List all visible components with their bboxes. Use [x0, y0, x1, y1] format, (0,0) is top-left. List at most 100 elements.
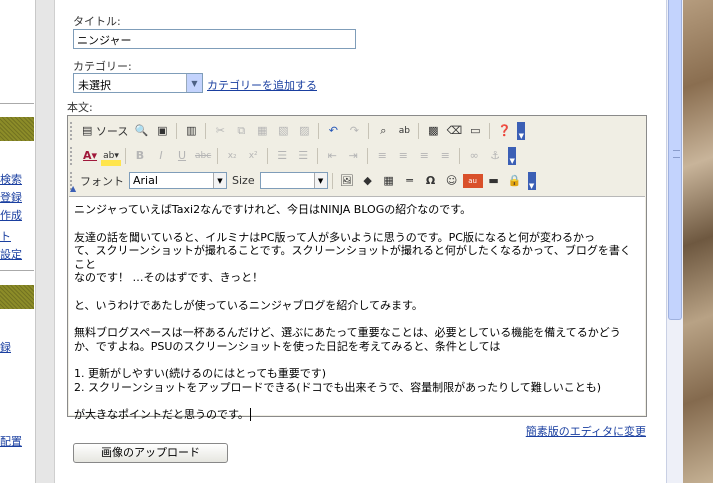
- divider: [0, 103, 34, 104]
- align-right-icon[interactable]: ≡: [414, 146, 434, 166]
- replace-icon[interactable]: ab: [394, 121, 414, 141]
- chevron-down-icon[interactable]: ▼: [213, 173, 226, 188]
- align-justify-icon[interactable]: ≡: [435, 146, 455, 166]
- scrollbar[interactable]: [666, 0, 683, 483]
- underline-icon[interactable]: U: [172, 146, 192, 166]
- smiley-icon[interactable]: ☺: [442, 171, 462, 191]
- sidebar-link[interactable]: 設定: [0, 246, 22, 262]
- content-line: か、ですよね。PSUのスクリーンショットを使った日記を考えてみると、条件としては: [74, 339, 501, 353]
- toolbar-grip[interactable]: [70, 121, 75, 140]
- title-label: タイトル:: [73, 15, 121, 28]
- horizontal-rule-icon[interactable]: ═: [400, 171, 420, 191]
- content-line: 友達の話を聞いていると、イルミナはPC版って人が多いように思うのです。PC版にな…: [74, 230, 595, 244]
- font-select[interactable]: Arial ▼: [129, 172, 227, 189]
- source-label: ソース: [95, 124, 129, 138]
- italic-icon[interactable]: I: [151, 146, 171, 166]
- desktop-background: [683, 0, 713, 483]
- paste-text-icon[interactable]: ▧: [273, 121, 293, 141]
- source-icon: ▤: [82, 124, 93, 137]
- content-line: て、スクリーンショットが撮れることです。スクリーンショットが撮れると何がしたくな…: [74, 244, 631, 271]
- source-button[interactable]: ▤ ソース: [80, 121, 130, 141]
- align-left-icon[interactable]: ≡: [372, 146, 392, 166]
- post-form: タイトル: ニンジャー カテゴリー: 未選択 ▼ カテゴリーを追加する 本文: …: [56, 0, 666, 483]
- font-value: Arial: [133, 174, 158, 187]
- bullet-list-icon[interactable]: ☰: [293, 146, 313, 166]
- content-line: なのです！ …そのはずです、きっと！: [74, 271, 264, 284]
- youtube-icon[interactable]: au: [462, 173, 483, 188]
- editor-content-area[interactable]: ニンジャっていえばTaxi2なんですけれど、今日はNINJA BLOGの紹介なの…: [69, 196, 645, 421]
- chevron-down-icon[interactable]: ▼: [313, 173, 327, 188]
- superscript-icon[interactable]: x²: [243, 146, 263, 166]
- flash-icon[interactable]: ◆: [358, 171, 378, 191]
- text-color-icon[interactable]: A▾: [80, 146, 100, 166]
- more-icon[interactable]: ▼: [527, 171, 536, 190]
- eraser-icon[interactable]: ⌫: [444, 121, 464, 141]
- rich-text-editor: ▤ ソース 🔍 ▣ ▥ ✂ ⧉ ▦ ▧ ▨ ↶ ↷ ⌕ ab ▩ ⌫ ▭ ❓ ▼: [67, 115, 647, 421]
- outdent-icon[interactable]: ⇤: [322, 146, 342, 166]
- strike-icon[interactable]: abc: [193, 146, 213, 166]
- size-select[interactable]: ▼: [259, 172, 328, 189]
- indent-icon[interactable]: ⇥: [343, 146, 363, 166]
- undo-icon[interactable]: ↶: [323, 121, 343, 141]
- align-center-icon[interactable]: ≡: [393, 146, 413, 166]
- upload-image-button[interactable]: 画像のアップロード: [73, 443, 228, 463]
- unlink-icon[interactable]: ⚓: [485, 146, 505, 166]
- content-line: 2. スクリーンショットをアップロードできる(ドコでも出来そうで、容量制限があっ…: [74, 380, 602, 394]
- paste-word-icon[interactable]: ▨: [294, 121, 314, 141]
- chevron-down-icon[interactable]: ▼: [186, 74, 202, 92]
- category-select[interactable]: 未選択 ▼: [73, 73, 203, 93]
- form-icon[interactable]: ▭: [465, 121, 485, 141]
- subscript-icon[interactable]: x₂: [222, 146, 242, 166]
- special-char-icon[interactable]: Ω: [421, 171, 441, 191]
- more-icon[interactable]: ▼: [508, 146, 517, 165]
- toolbar-grip[interactable]: [70, 146, 75, 165]
- sidebar-section-header: [0, 285, 34, 309]
- help-icon[interactable]: ❓: [494, 121, 514, 141]
- text-cursor: [249, 408, 251, 421]
- add-category-link[interactable]: カテゴリーを追加する: [207, 77, 317, 93]
- toolbar-row-3: フォント Arial ▼ Size ▼ 🖼 ◆ ▦ ═ Ω ☺ au ▬ 🔒 ▼: [70, 168, 536, 193]
- collapse-toolbar-icon[interactable]: ▲: [70, 184, 76, 193]
- body-label: 本文:: [67, 101, 93, 114]
- content-line: ニンジャっていえばTaxi2なんですけれど、今日はNINJA BLOGの紹介なの…: [74, 203, 472, 216]
- sidebar-link[interactable]: 登録: [0, 189, 22, 205]
- lock-icon[interactable]: 🔒: [505, 171, 525, 191]
- sidebar-link[interactable]: ト: [0, 228, 11, 244]
- redo-icon[interactable]: ↷: [344, 121, 364, 141]
- cut-icon[interactable]: ✂: [210, 121, 230, 141]
- paste-icon[interactable]: ▦: [252, 121, 272, 141]
- left-sidebar: 検索 登録 作成 ト 設定 録 配置: [0, 0, 36, 483]
- image-icon[interactable]: 🖼: [337, 171, 357, 191]
- toolbar-row-2: A▾ ab▾ B I U abc x₂ x² ☰ ☰ ⇤ ⇥ ≡ ≡ ≡ ≡ ∞…: [70, 143, 517, 168]
- select-all-icon[interactable]: ▩: [423, 121, 443, 141]
- sidebar-link[interactable]: 検索: [0, 171, 22, 187]
- sidebar-link[interactable]: 録: [0, 339, 11, 355]
- bold-icon[interactable]: B: [130, 146, 150, 166]
- copy-icon[interactable]: ⧉: [231, 121, 251, 141]
- link-icon[interactable]: ∞: [464, 146, 484, 166]
- preview-icon[interactable]: 🔍: [131, 121, 151, 141]
- page-gutter: [36, 0, 55, 483]
- divider: [0, 270, 34, 271]
- category-label: カテゴリー:: [73, 60, 132, 73]
- content-line: 無料ブログスペースは一杯あるんだけど、選ぶにあたって重要なことは、必要としている…: [74, 326, 621, 339]
- size-label: Size: [232, 174, 255, 187]
- content-line: 1. 更新がしやすい(続けるのにはとっても重要です): [74, 367, 327, 380]
- bg-color-icon[interactable]: ab▾: [101, 145, 121, 166]
- sidebar-link[interactable]: 配置: [0, 433, 22, 449]
- simple-editor-link[interactable]: 簡素版のエディタに変更: [526, 423, 646, 439]
- ordered-list-icon[interactable]: ☰: [272, 146, 292, 166]
- toolbar-row-1: ▤ ソース 🔍 ▣ ▥ ✂ ⧉ ▦ ▧ ▨ ↶ ↷ ⌕ ab ▩ ⌫ ▭ ❓ ▼: [70, 118, 526, 143]
- template-icon[interactable]: ▥: [181, 121, 201, 141]
- font-label: フォント: [80, 174, 124, 188]
- save-icon[interactable]: ▣: [152, 121, 172, 141]
- sidebar-section-header: [0, 117, 34, 141]
- find-icon[interactable]: ⌕: [373, 121, 393, 141]
- title-input[interactable]: ニンジャー: [73, 29, 356, 49]
- more-icon[interactable]: ▼: [517, 121, 526, 140]
- scrollbar-thumb[interactable]: [668, 0, 682, 320]
- page-break-icon[interactable]: ▬: [484, 171, 504, 191]
- sidebar-link[interactable]: 作成: [0, 207, 22, 223]
- table-icon[interactable]: ▦: [379, 171, 399, 191]
- content-line: が大きなポイントだと思うのです。: [74, 408, 249, 421]
